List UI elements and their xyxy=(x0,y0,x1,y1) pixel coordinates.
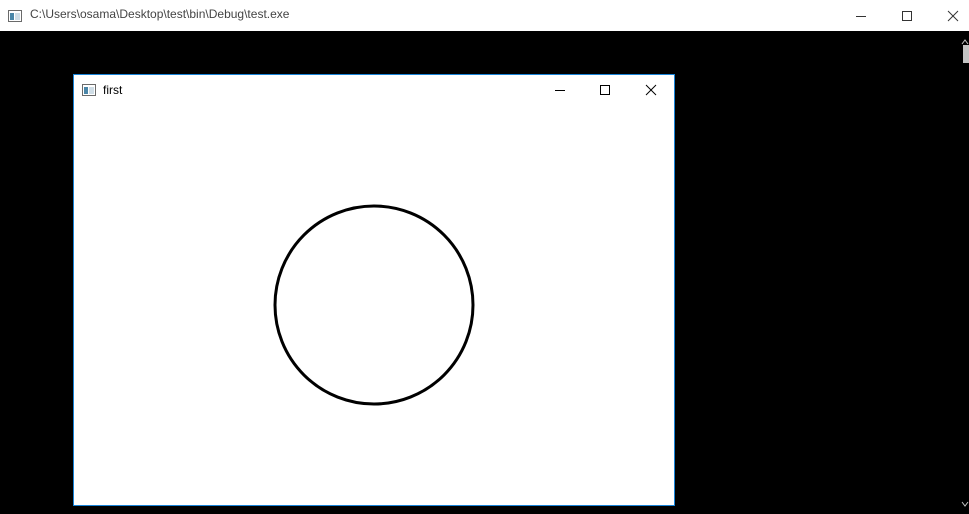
console-window: C:\Users\osama\Desktop\test\bin\Debug\te… xyxy=(0,0,969,510)
graphics-window-titlebar[interactable]: first xyxy=(74,75,674,105)
scroll-up-arrow-icon[interactable] xyxy=(961,33,969,45)
console-scrollbar[interactable] xyxy=(961,31,969,510)
minimize-icon xyxy=(554,90,565,91)
window-app-icon xyxy=(82,83,96,96)
console-title: C:\Users\osama\Desktop\test\bin\Debug\te… xyxy=(30,7,290,21)
console-minimize-button[interactable] xyxy=(838,0,884,31)
graphics-minimize-button[interactable] xyxy=(537,75,582,105)
graphics-close-button[interactable] xyxy=(628,75,673,105)
graphics-canvas[interactable] xyxy=(74,105,674,505)
console-maximize-button[interactable] xyxy=(884,0,930,31)
maximize-icon xyxy=(599,85,610,95)
drawn-circle xyxy=(273,204,475,406)
close-icon xyxy=(645,84,656,96)
maximize-icon xyxy=(902,10,912,21)
close-icon xyxy=(947,10,959,21)
graphics-maximize-button[interactable] xyxy=(582,75,627,105)
scroll-thumb[interactable] xyxy=(963,45,969,63)
minimize-icon xyxy=(856,15,866,17)
console-close-button[interactable] xyxy=(930,0,969,31)
console-titlebar[interactable]: C:\Users\osama\Desktop\test\bin\Debug\te… xyxy=(0,0,969,31)
graphics-window: first xyxy=(73,74,675,506)
console-app-icon xyxy=(8,9,22,22)
graphics-window-title: first xyxy=(103,83,123,97)
scroll-down-arrow-icon[interactable] xyxy=(961,496,969,507)
